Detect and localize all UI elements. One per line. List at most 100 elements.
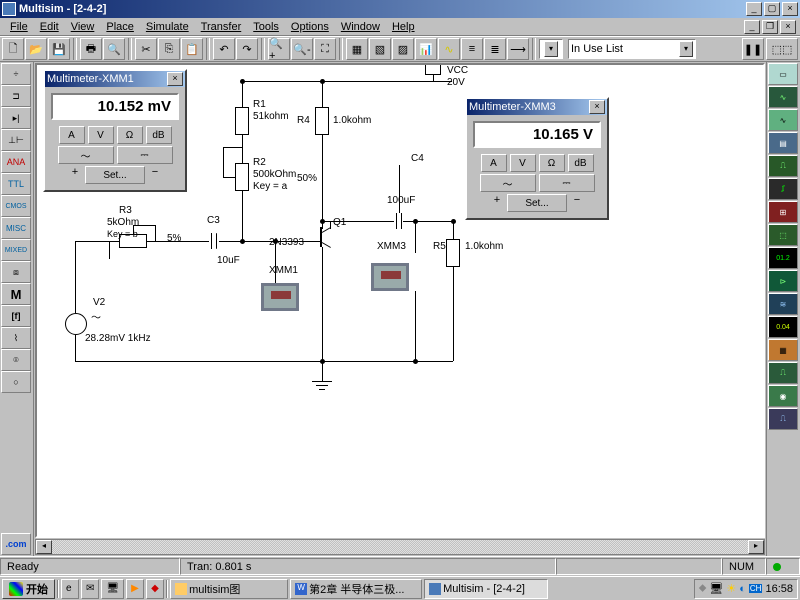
mm1-mode-db[interactable]: dB — [146, 126, 172, 144]
instr-0[interactable]: ▭ — [768, 63, 798, 85]
palette-transistor[interactable]: ⊥⊢ — [1, 129, 31, 151]
new-button[interactable]: 🗋 — [2, 38, 24, 60]
menu-help[interactable]: Help — [386, 20, 421, 34]
mm1-dc-button[interactable]: ⎓ — [117, 146, 173, 164]
instr-4[interactable]: ⎍ — [768, 155, 798, 177]
undo-button[interactable]: ↶ — [213, 38, 235, 60]
instr-13[interactable]: ⎍ — [768, 362, 798, 384]
mm3-ac-button[interactable]: 〜 — [480, 174, 536, 192]
dropdown-icon[interactable]: ▾ — [544, 41, 558, 57]
tray-icon-2[interactable]: 🖥 — [709, 582, 723, 595]
ground[interactable] — [312, 381, 332, 390]
vcc-terminal[interactable] — [425, 63, 441, 75]
multimeter-xmm3-window[interactable]: Multimeter-XMM3× 10.165 V A V Ω dB 〜 ⎓ +… — [465, 97, 609, 220]
scroll-left-button[interactable]: ◂ — [36, 540, 52, 554]
tool-button-5[interactable]: ≡ — [461, 38, 483, 60]
run-button[interactable]: ∿ — [438, 38, 460, 60]
xmm1-instrument[interactable] — [261, 283, 299, 311]
save-button[interactable]: 💾 — [48, 38, 70, 60]
zoom-in-button[interactable]: 🔍+ — [268, 38, 290, 60]
system-tray[interactable]: ⬥ 🖥 ☀ ◐ CH 16:58 — [694, 579, 798, 599]
palette-diode[interactable]: ▸| — [1, 107, 31, 129]
quick-app[interactable]: ◆ — [146, 579, 164, 599]
instr-15[interactable]: ⎍ — [768, 408, 798, 430]
mm1-mode-v[interactable]: V — [88, 126, 114, 144]
r1[interactable] — [235, 107, 249, 135]
palette-source[interactable]: ÷ — [1, 63, 31, 85]
instr-8[interactable]: 01.2 — [768, 247, 798, 269]
pause-button[interactable]: ❚❚ — [742, 38, 764, 60]
mm1-mode-a[interactable]: A — [59, 126, 85, 144]
palette-mixed[interactable]: MIXED — [1, 239, 31, 261]
menu-file[interactable]: File — [4, 20, 34, 34]
open-button[interactable]: 📂 — [25, 38, 47, 60]
quick-ie[interactable]: e — [61, 579, 79, 599]
mm1-set-button[interactable]: Set... — [85, 166, 145, 184]
palette-rf[interactable]: ⌾ — [1, 349, 31, 371]
instr-10[interactable]: ≋ — [768, 293, 798, 315]
instr-3[interactable]: ▤ — [768, 132, 798, 154]
instr-1[interactable]: ∿ — [768, 86, 798, 108]
r4[interactable] — [315, 107, 329, 135]
mm3-dc-button[interactable]: ⎓ — [539, 174, 595, 192]
mm1-close-button[interactable]: × — [167, 72, 183, 86]
quick-desktop[interactable]: 🖥 — [101, 579, 124, 599]
quick-wmp[interactable]: ▶ — [126, 579, 144, 599]
palette-edaparts[interactable]: .com — [1, 533, 31, 555]
tray-icon-1[interactable]: ⬥ — [699, 582, 707, 595]
mdi-minimize-button[interactable]: _ — [744, 20, 760, 34]
maximize-button[interactable]: ▢ — [764, 2, 780, 16]
palette-m[interactable]: M — [1, 283, 31, 305]
task-item-0[interactable]: multisim图 — [170, 579, 288, 599]
instr-12[interactable]: ▦ — [768, 339, 798, 361]
schematic-canvas[interactable]: Multimeter-XMM1× 10.152 mV A V Ω dB 〜 ⎓ … — [35, 63, 765, 538]
paste-button[interactable]: 📋 — [181, 38, 203, 60]
mm3-mode-v[interactable]: V — [510, 154, 536, 172]
tray-icon-3[interactable]: ☀ — [726, 582, 736, 595]
palette-analog[interactable]: ANA — [1, 151, 31, 173]
instr-14[interactable]: ◉ — [768, 385, 798, 407]
menu-tools[interactable]: Tools — [247, 20, 285, 34]
tray-icon-4[interactable]: ◐ — [739, 583, 746, 595]
minimize-button[interactable]: _ — [746, 2, 762, 16]
horizontal-scrollbar[interactable]: ◂ ▸ — [35, 539, 765, 555]
print-button[interactable]: 🖶 — [80, 38, 102, 60]
preview-button[interactable]: 🔍 — [103, 38, 125, 60]
copy-button[interactable]: ⎘ — [158, 38, 180, 60]
zoom-fit-button[interactable]: ⛶ — [314, 38, 336, 60]
mm3-mode-a[interactable]: A — [481, 154, 507, 172]
tool-button-2[interactable]: ▧ — [369, 38, 391, 60]
instr-2[interactable]: ∿ — [768, 109, 798, 131]
stop-button[interactable]: ⬚⬚ — [766, 38, 798, 60]
instr-6[interactable]: ⊞ — [768, 201, 798, 223]
close-button[interactable]: × — [782, 2, 798, 16]
tool-button-7[interactable]: ⟶ — [507, 38, 529, 60]
xmm3-instrument[interactable] — [371, 263, 409, 291]
r2[interactable] — [235, 163, 249, 191]
mm1-mode-ohm[interactable]: Ω — [117, 126, 143, 144]
zoom-out-button[interactable]: 🔍- — [291, 38, 313, 60]
palette-misc2[interactable]: ○ — [1, 371, 31, 393]
tool-button-3[interactable]: ▨ — [392, 38, 414, 60]
find-combo[interactable]: ▾ — [539, 39, 563, 59]
menu-place[interactable]: Place — [100, 20, 140, 34]
menu-transfer[interactable]: Transfer — [195, 20, 248, 34]
palette-f[interactable]: [f] — [1, 305, 31, 327]
scroll-right-button[interactable]: ▸ — [748, 540, 764, 554]
mm3-mode-ohm[interactable]: Ω — [539, 154, 565, 172]
dropdown-icon[interactable]: ▾ — [679, 41, 693, 57]
mm3-set-button[interactable]: Set... — [507, 194, 567, 212]
tray-icon-5[interactable]: CH — [749, 584, 763, 593]
tool-button-6[interactable]: ≣ — [484, 38, 506, 60]
menu-options[interactable]: Options — [285, 20, 335, 34]
mdi-close-button[interactable]: × — [780, 20, 796, 34]
mdi-restore-button[interactable]: ❐ — [762, 20, 778, 34]
q1[interactable] — [320, 227, 322, 247]
start-button[interactable]: 开始 — [2, 579, 55, 599]
instr-11[interactable]: 0.04 — [768, 316, 798, 338]
multimeter-xmm1-window[interactable]: Multimeter-XMM1× 10.152 mV A V Ω dB 〜 ⎓ … — [43, 69, 187, 192]
v2-source[interactable] — [65, 313, 87, 335]
task-item-1[interactable]: W第2章 半导体三极... — [290, 579, 422, 599]
palette-ttl[interactable]: TTL — [1, 173, 31, 195]
task-item-2[interactable]: Multisim - [2-4-2] — [424, 579, 548, 599]
